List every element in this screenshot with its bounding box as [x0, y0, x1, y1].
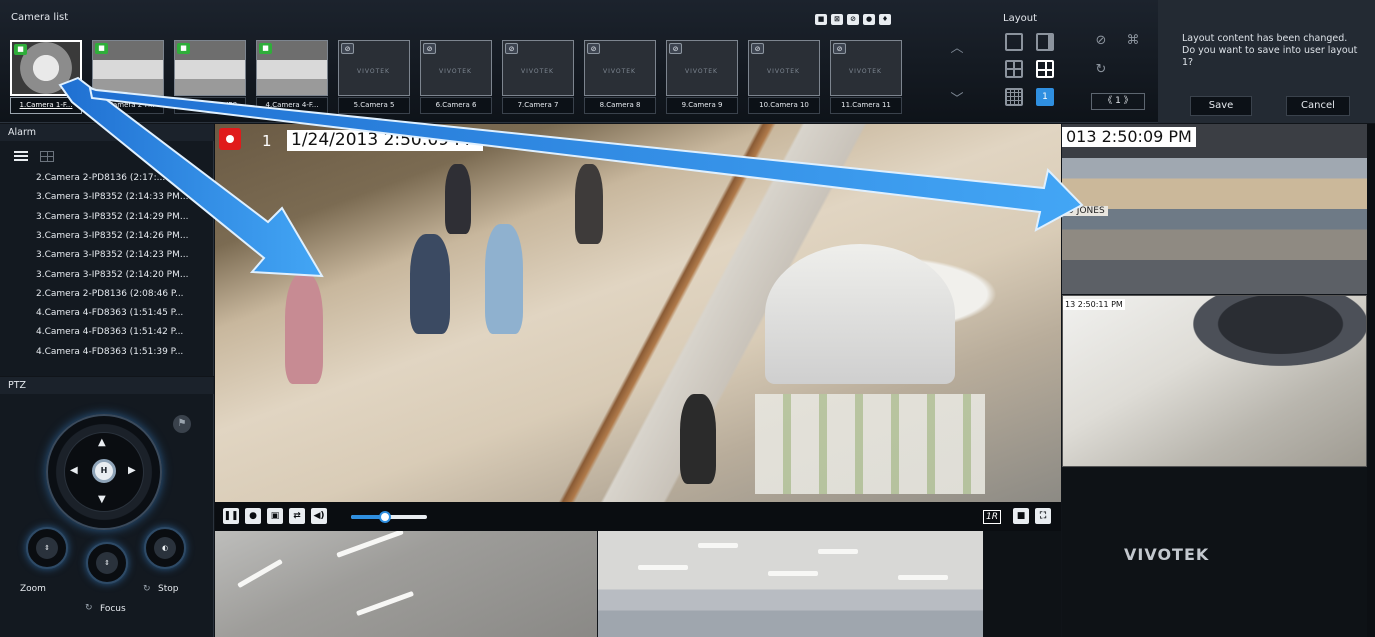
- drag-arrows-overlay: [58, 76, 1084, 278]
